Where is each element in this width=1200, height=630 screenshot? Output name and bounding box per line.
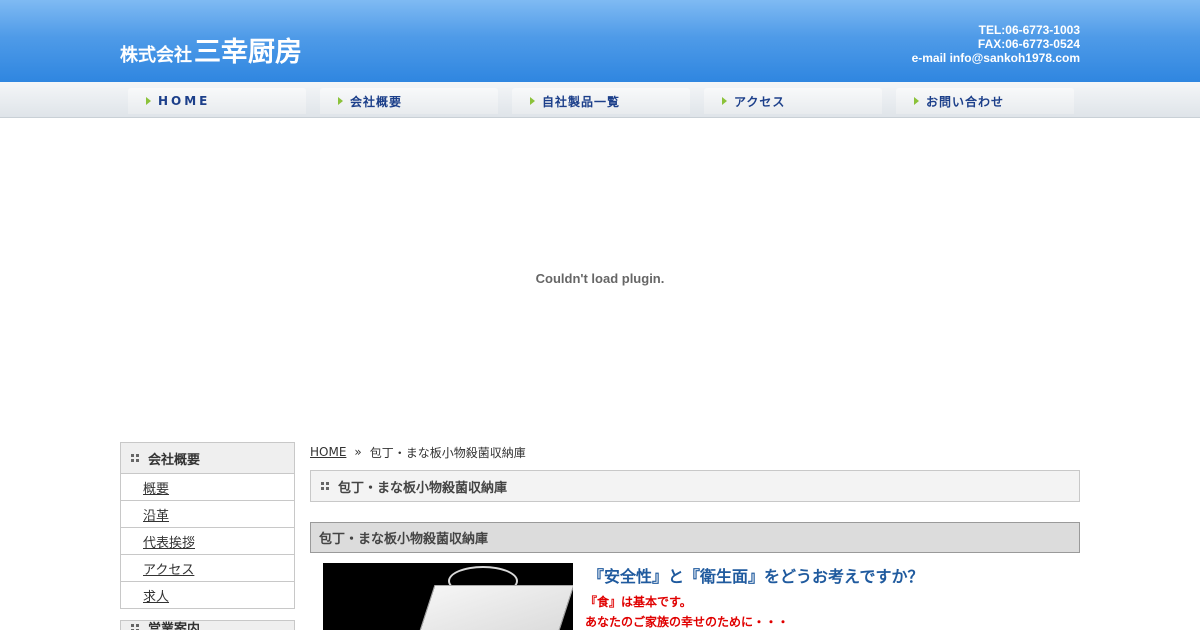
sidebar-item-history: 沿革	[121, 501, 294, 528]
product-cabinet-shape	[411, 585, 573, 630]
sidebar-link[interactable]: アクセス	[143, 559, 194, 578]
product-intro: 『安全性』と『衛生面』をどうお考えですか？ 『食』は基本です。 あなたのご家族の…	[310, 563, 1080, 630]
sidebar-link[interactable]: 求人	[143, 586, 169, 605]
product-text: 『安全性』と『衛生面』をどうお考えですか？ 『食』は基本です。 あなたのご家族の…	[585, 563, 924, 630]
breadcrumb-home-link[interactable]: HOME	[310, 445, 346, 459]
sidebar-link[interactable]: 沿革	[143, 505, 169, 524]
sidebar-item-access: アクセス	[121, 555, 294, 582]
sidebar-list: 概要 沿革 代表挨拶 アクセス 求人	[120, 474, 295, 609]
breadcrumb: HOME » 包丁・まな板小物殺菌収納庫	[310, 442, 1080, 462]
sidebar-item-overview: 概要	[121, 474, 294, 501]
product-tagline-1: 『食』は基本です。	[585, 595, 692, 609]
arrow-right-icon	[530, 97, 535, 105]
breadcrumb-separator: »	[354, 445, 362, 459]
nav-label: アクセス	[734, 94, 786, 109]
nav-contact[interactable]: お問い合わせ	[896, 88, 1074, 114]
logo-name: 三幸厨房	[194, 37, 302, 68]
contact-email: e-mail info@sankoh1978.com	[911, 51, 1080, 65]
nav-label: 自社製品一覧	[542, 94, 621, 109]
arrow-right-icon	[722, 97, 727, 105]
product-image	[323, 563, 573, 630]
sidebar: 会社概要 概要 沿革 代表挨拶 アクセス 求人 営業案内	[120, 442, 295, 630]
plugin-error-message: Couldn't load plugin.	[535, 270, 665, 286]
global-nav: HOME 会社概要 自社製品一覧 アクセス お問い合わせ	[0, 82, 1200, 118]
sidebar-link[interactable]: 概要	[143, 478, 169, 497]
main-content: HOME » 包丁・まな板小物殺菌収納庫 包丁・まな板小物殺菌収納庫 包丁・まな…	[310, 442, 1080, 630]
page-title: 包丁・まな板小物殺菌収納庫	[310, 470, 1080, 502]
grid-bullet-icon	[131, 454, 139, 462]
logo-prefix: 株式会社	[120, 45, 192, 66]
nav-products[interactable]: 自社製品一覧	[512, 88, 690, 114]
nav-access[interactable]: アクセス	[704, 88, 882, 114]
sidebar-link[interactable]: 代表挨拶	[143, 532, 195, 551]
sidebar-heading-label: 会社概要	[148, 452, 201, 468]
sidebar-heading-label: 営業案内	[148, 622, 201, 630]
product-question: 『安全性』と『衛生面』をどうお考えですか？	[588, 567, 924, 586]
company-logo[interactable]: 株式会社 三幸厨房	[120, 30, 320, 74]
sidebar-heading: 会社概要	[120, 442, 295, 474]
nav-home[interactable]: HOME	[128, 88, 306, 114]
nav-label: お問い合わせ	[926, 94, 1005, 109]
section-heading-label: 包丁・まな板小物殺菌収納庫	[319, 532, 489, 547]
contact-fax: FAX:06-6773-0524	[977, 37, 1080, 51]
sidebar-heading-business: 営業案内	[120, 620, 295, 630]
page-title-label: 包丁・まな板小物殺菌収納庫	[338, 480, 508, 496]
arrow-right-icon	[914, 97, 919, 105]
grid-bullet-icon	[321, 482, 329, 490]
arrow-right-icon	[146, 97, 151, 105]
nav-label: HOME	[158, 94, 211, 108]
contact-tel: TEL:06-6773-1003	[978, 23, 1080, 37]
section-heading: 包丁・まな板小物殺菌収納庫	[310, 522, 1080, 553]
product-tagline-2: あなたのご家族の幸せのために・・・	[585, 615, 790, 629]
contact-info: TEL:06-6773-1003 FAX:06-6773-0524 e-mail…	[912, 23, 1080, 65]
grid-bullet-icon	[131, 623, 139, 630]
plugin-area: Couldn't load plugin.	[0, 118, 1200, 438]
breadcrumb-current: 包丁・まな板小物殺菌収納庫	[369, 445, 526, 460]
site-header: 株式会社 三幸厨房 TEL:06-6773-1003 FAX:06-6773-0…	[0, 0, 1200, 82]
nav-company[interactable]: 会社概要	[320, 88, 498, 114]
nav-label: 会社概要	[350, 94, 403, 109]
sidebar-item-greeting: 代表挨拶	[121, 528, 294, 555]
arrow-right-icon	[338, 97, 343, 105]
sidebar-item-recruit: 求人	[121, 582, 294, 609]
